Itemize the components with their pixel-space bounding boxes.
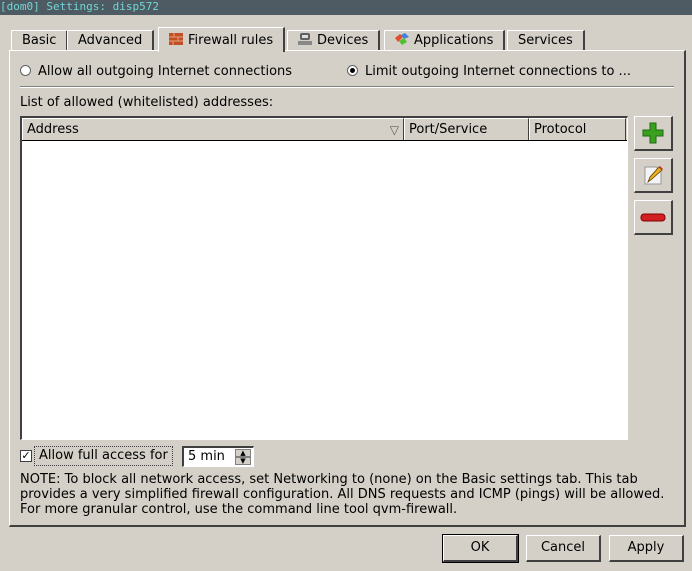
duration-value: 5 min (188, 449, 225, 464)
spin-buttons: ▲ ▼ (235, 449, 251, 465)
window-title: [dom0] Settings: disp572 (0, 0, 159, 13)
rules-table[interactable]: Address ▽ Port/Service Protocol (20, 116, 628, 440)
window-title-bar: [dom0] Settings: disp572 (0, 0, 692, 15)
plus-icon (642, 122, 664, 144)
tab-label: Advanced (78, 33, 143, 48)
radio-label: Limit outgoing Internet connections to .… (365, 64, 631, 79)
tab-label: Devices (317, 33, 369, 48)
tab-applications[interactable]: Applications (384, 30, 506, 51)
ok-button[interactable]: OK (442, 534, 519, 563)
column-label: Port/Service (409, 122, 488, 137)
limit-outgoing-radio[interactable]: Limit outgoing Internet connections to .… (347, 64, 631, 79)
allow-all-radio[interactable]: Allow all outgoing Internet connections (20, 64, 292, 79)
column-header-address[interactable]: Address ▽ (22, 118, 404, 140)
column-header-port-service[interactable]: Port/Service (404, 118, 529, 140)
devices-icon (298, 32, 312, 45)
edit-rule-button[interactable] (634, 158, 673, 193)
tab-label: Applications (414, 33, 494, 48)
tab-devices[interactable]: Devices (287, 30, 381, 51)
spin-up-button[interactable]: ▲ (235, 449, 251, 457)
minus-icon (640, 213, 666, 222)
column-label: Protocol (534, 122, 587, 137)
full-access-duration-spinbox[interactable]: 5 min ▲ ▼ (182, 446, 254, 467)
tab-label: Services (518, 33, 573, 48)
tab-firewall-rules[interactable]: Firewall rules (158, 27, 286, 52)
applications-icon (395, 32, 409, 45)
remove-rule-button[interactable] (634, 200, 673, 235)
sort-descending-icon: ▽ (389, 123, 399, 137)
column-label: Address (27, 122, 79, 137)
tab-basic[interactable]: Basic (11, 30, 69, 51)
table-header: Address ▽ Port/Service Protocol (22, 118, 627, 141)
firewall-brick-icon (169, 32, 183, 45)
radio-label: Allow all outgoing Internet connections (38, 64, 293, 79)
tab-label: Basic (22, 33, 57, 48)
add-rule-button[interactable] (634, 116, 673, 151)
radio-indicator (20, 65, 31, 76)
separator (20, 86, 674, 88)
cancel-button[interactable]: Cancel (526, 535, 601, 562)
checkbox-indicator: ✓ (20, 449, 32, 462)
tab-label: Firewall rules (188, 33, 274, 48)
pencil-icon (644, 166, 663, 185)
radio-indicator (347, 65, 358, 76)
column-header-protocol[interactable]: Protocol (529, 118, 626, 140)
firewall-note: NOTE: To block all network access, set N… (20, 472, 665, 517)
spin-down-button[interactable]: ▼ (235, 457, 251, 465)
tab-services[interactable]: Services (507, 30, 585, 51)
tab-advanced[interactable]: Advanced (67, 30, 155, 51)
whitelist-label: List of allowed (whitelisted) addresses: (20, 95, 274, 110)
apply-button[interactable]: Apply (609, 535, 684, 562)
full-access-label: Allow full access for (34, 446, 173, 466)
